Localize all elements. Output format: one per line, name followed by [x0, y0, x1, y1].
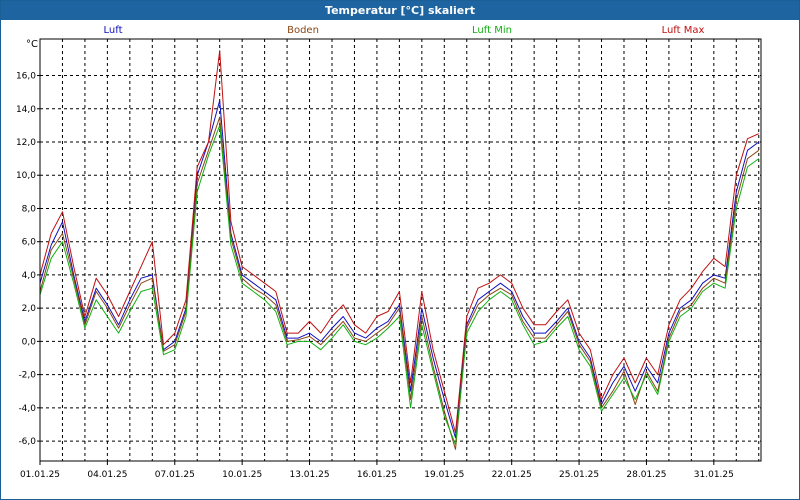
y-tick-label: 2,0	[22, 304, 37, 314]
x-tick-label: 04.01.25	[87, 470, 127, 480]
y-tick-label: -6,0	[18, 437, 36, 447]
x-tick-label: 28.01.25	[626, 470, 666, 480]
x-tick-label: 16.01.25	[357, 470, 397, 480]
y-tick-label: 0,0	[22, 337, 37, 347]
y-tick-label: 8,0	[22, 204, 37, 214]
chart-plot: 16,0 14,0 12,0 10,0 8,0 6,0 4,0 2,0 0,0 -2,0 -4,0 -…	[16, 38, 762, 480]
y-tick-label: 14,0	[16, 105, 36, 115]
y-tick-label: 16,0	[16, 72, 36, 82]
x-tick-label: 01.01.25	[20, 470, 60, 480]
y-tick-label: -4,0	[18, 404, 36, 414]
x-tick-label: 10.01.25	[222, 470, 262, 480]
x-tick-label: 19.01.25	[424, 470, 464, 480]
x-axis-ticks: 01.01.25 04.01.25 07.01.25 10.01.25 13.01.25…	[20, 461, 734, 480]
x-tick-label: 13.01.25	[289, 470, 329, 480]
y-tick-label: 4,0	[22, 271, 37, 281]
y-tick-label: 6,0	[22, 238, 37, 248]
y-axis-ticks: 16,0 14,0 12,0 10,0 8,0 6,0 4,0 2,0 0,0 -2,0 -4,0 -…	[16, 72, 40, 447]
y-tick-label: -2,0	[18, 371, 36, 381]
x-tick-label: 31.01.25	[694, 470, 734, 480]
x-tick-label: 07.01.25	[155, 470, 195, 480]
y-tick-label: 10,0	[16, 171, 36, 181]
x-tick-label: 25.01.25	[559, 470, 599, 480]
y-tick-label: 12,0	[16, 138, 36, 148]
x-tick-label: 22.01.25	[492, 470, 532, 480]
